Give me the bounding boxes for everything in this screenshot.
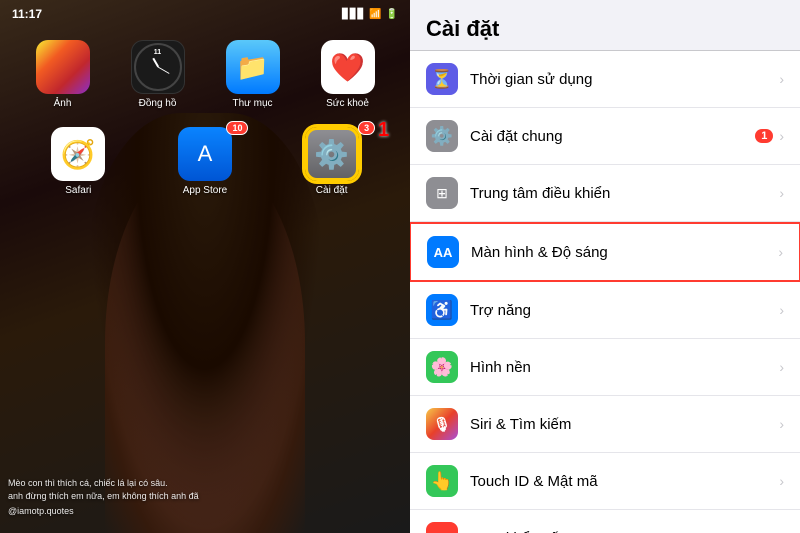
- flower-icon: 🌸: [431, 357, 453, 378]
- settings-item-accessibility[interactable]: ♿ Trợ năng ›: [410, 282, 800, 339]
- app-photos[interactable]: Ảnh: [25, 40, 100, 109]
- clock-face: 11: [134, 43, 182, 91]
- settings-item-wallpaper[interactable]: 🌸 Hình nền ›: [410, 339, 800, 396]
- chevron-icon-1: ›: [779, 128, 784, 144]
- signal-icon: ▊▊▊: [342, 9, 365, 20]
- screen-time-label: Thời gian sử dụng: [470, 71, 779, 88]
- health-label: Sức khoẻ: [326, 98, 369, 109]
- appstore-label: App Store: [183, 185, 227, 196]
- sos-label: SOS khẩn cấp: [470, 530, 779, 533]
- touchid-label: Touch ID & Mật mã: [470, 473, 779, 490]
- app-settings[interactable]: ⚙️ 3 1 Cài đặt: [294, 127, 369, 196]
- chevron-icon-7: ›: [779, 473, 784, 489]
- chevron-icon-4: ›: [779, 302, 784, 318]
- photos-icon: [36, 40, 90, 94]
- safari-label: Safari: [65, 185, 91, 196]
- wifi-icon: 📶: [369, 9, 381, 20]
- chevron-icon-5: ›: [779, 359, 784, 375]
- settings-panel: Cài đặt ⏳ Thời gian sử dụng › ⚙️ Cài đặt…: [410, 0, 800, 533]
- display-icon: AA: [427, 236, 459, 268]
- fingerprint-icon: 👆: [431, 471, 453, 492]
- settings-gear-icon: ⚙️: [314, 138, 349, 171]
- settings-item-display[interactable]: AA Màn hình & Độ sáng › 2: [410, 222, 800, 282]
- folder-icon: 📁: [226, 40, 280, 94]
- app-folder[interactable]: 📁 Thư mục: [215, 40, 290, 109]
- settings-item-screen-time[interactable]: ⏳ Thời gian sử dụng ›: [410, 51, 800, 108]
- appstore-badge: 10: [226, 121, 248, 135]
- app-row-1: Ảnh 11 Đồng hồ 📁 Thư mục: [15, 40, 395, 109]
- settings-item-touchid[interactable]: 👆 Touch ID & Mật mã ›: [410, 453, 800, 510]
- photos-label: Ảnh: [54, 98, 72, 109]
- display-aa-icon: AA: [434, 245, 453, 260]
- poem-line-1: Mèo con thì thích cá, chiếc lá lại có sâ…: [8, 477, 402, 490]
- poem-line-2: anh đừng thích em nữa, em không thích an…: [8, 490, 402, 503]
- chevron-icon-2: ›: [779, 185, 784, 201]
- settings-header: Cài đặt: [410, 0, 800, 51]
- sliders-icon: ⊞: [436, 185, 448, 202]
- touchid-right: ›: [779, 473, 784, 489]
- clock-display: 11: [154, 49, 161, 56]
- sos-icon: SOS: [426, 522, 458, 533]
- person-circle-icon: ♿: [431, 300, 453, 321]
- chevron-icon-6: ›: [779, 416, 784, 432]
- siri-label: Siri & Tìm kiếm: [470, 416, 779, 433]
- siri-icon: 🎙: [426, 408, 458, 440]
- minute-hand: [157, 67, 169, 74]
- wallpaper-icon: 🌸: [426, 351, 458, 383]
- accessibility-label: Trợ năng: [470, 302, 779, 319]
- settings-label: Cài đặt: [316, 185, 348, 196]
- app-clock[interactable]: 11 Đồng hồ: [120, 40, 195, 109]
- app-grid: Ảnh 11 Đồng hồ 📁 Thư mục: [0, 30, 410, 224]
- chevron-icon-3: ›: [778, 244, 783, 260]
- general-icon: ⚙️: [426, 120, 458, 152]
- annotation-number-1: 1: [378, 119, 389, 142]
- status-icons: ▊▊▊ 📶 🔋: [342, 9, 398, 20]
- settings-item-sos[interactable]: SOS SOS khẩn cấp ›: [410, 510, 800, 533]
- display-right: ›: [778, 244, 783, 260]
- accessibility-icon: ♿: [426, 294, 458, 326]
- hourglass-icon: ⏳: [431, 69, 453, 90]
- siri-symbol-icon: 🎙: [433, 416, 451, 433]
- settings-app-icon: ⚙️: [305, 127, 359, 181]
- settings-item-control-center[interactable]: ⊞ Trung tâm điều khiển ›: [410, 165, 800, 222]
- accessibility-right: ›: [779, 302, 784, 318]
- folder-label: Thư mục: [232, 98, 272, 109]
- screen-time-right: ›: [779, 71, 784, 87]
- safari-icon: 🧭: [51, 127, 105, 181]
- status-bar: 11:17 ▊▊▊ 📶 🔋: [0, 0, 410, 28]
- chevron-icon-0: ›: [779, 71, 784, 87]
- app-row-2: 🧭 Safari A 10 App Store ⚙️ 3 1 Cài đặt: [15, 127, 395, 196]
- clock-label: Đồng hồ: [139, 98, 177, 109]
- app-health[interactable]: ❤️ Sức khoẻ: [310, 40, 385, 109]
- watermark: @iamotp.quotes: [8, 505, 402, 518]
- settings-item-siri[interactable]: 🎙 Siri & Tìm kiếm ›: [410, 396, 800, 453]
- settings-section: ⏳ Thời gian sử dụng › ⚙️ Cài đặt chung 1…: [410, 51, 800, 533]
- settings-title: Cài đặt: [426, 16, 784, 42]
- screen-time-icon: ⏳: [426, 63, 458, 95]
- battery-icon: 🔋: [386, 9, 398, 20]
- control-center-label: Trung tâm điều khiển: [470, 185, 779, 202]
- siri-right: ›: [779, 416, 784, 432]
- wallpaper-label: Hình nền: [470, 359, 779, 376]
- appstore-symbol: A: [198, 141, 213, 167]
- display-label: Màn hình & Độ sáng: [471, 244, 778, 261]
- general-right: 1 ›: [755, 128, 784, 144]
- health-icon: ❤️: [321, 40, 375, 94]
- iphone-screen: 11:17 ▊▊▊ 📶 🔋 Ảnh 11 Đồng: [0, 0, 410, 533]
- gear-small-icon: ⚙️: [431, 126, 453, 147]
- bottom-text-area: Mèo con thì thích cá, chiếc lá lại có sâ…: [8, 477, 402, 518]
- app-safari[interactable]: 🧭 Safari: [41, 127, 116, 196]
- touchid-icon: 👆: [426, 465, 458, 497]
- control-center-icon: ⊞: [426, 177, 458, 209]
- general-label: Cài đặt chung: [470, 128, 755, 145]
- clock-icon: 11: [131, 40, 185, 94]
- settings-item-general[interactable]: ⚙️ Cài đặt chung 1 ›: [410, 108, 800, 165]
- settings-badge: 3: [358, 121, 375, 135]
- app-appstore[interactable]: A 10 App Store: [167, 127, 242, 196]
- control-center-right: ›: [779, 185, 784, 201]
- appstore-icon: A: [178, 127, 232, 181]
- general-badge: 1: [755, 129, 773, 143]
- wallpaper-right: ›: [779, 359, 784, 375]
- status-time: 11:17: [12, 7, 42, 21]
